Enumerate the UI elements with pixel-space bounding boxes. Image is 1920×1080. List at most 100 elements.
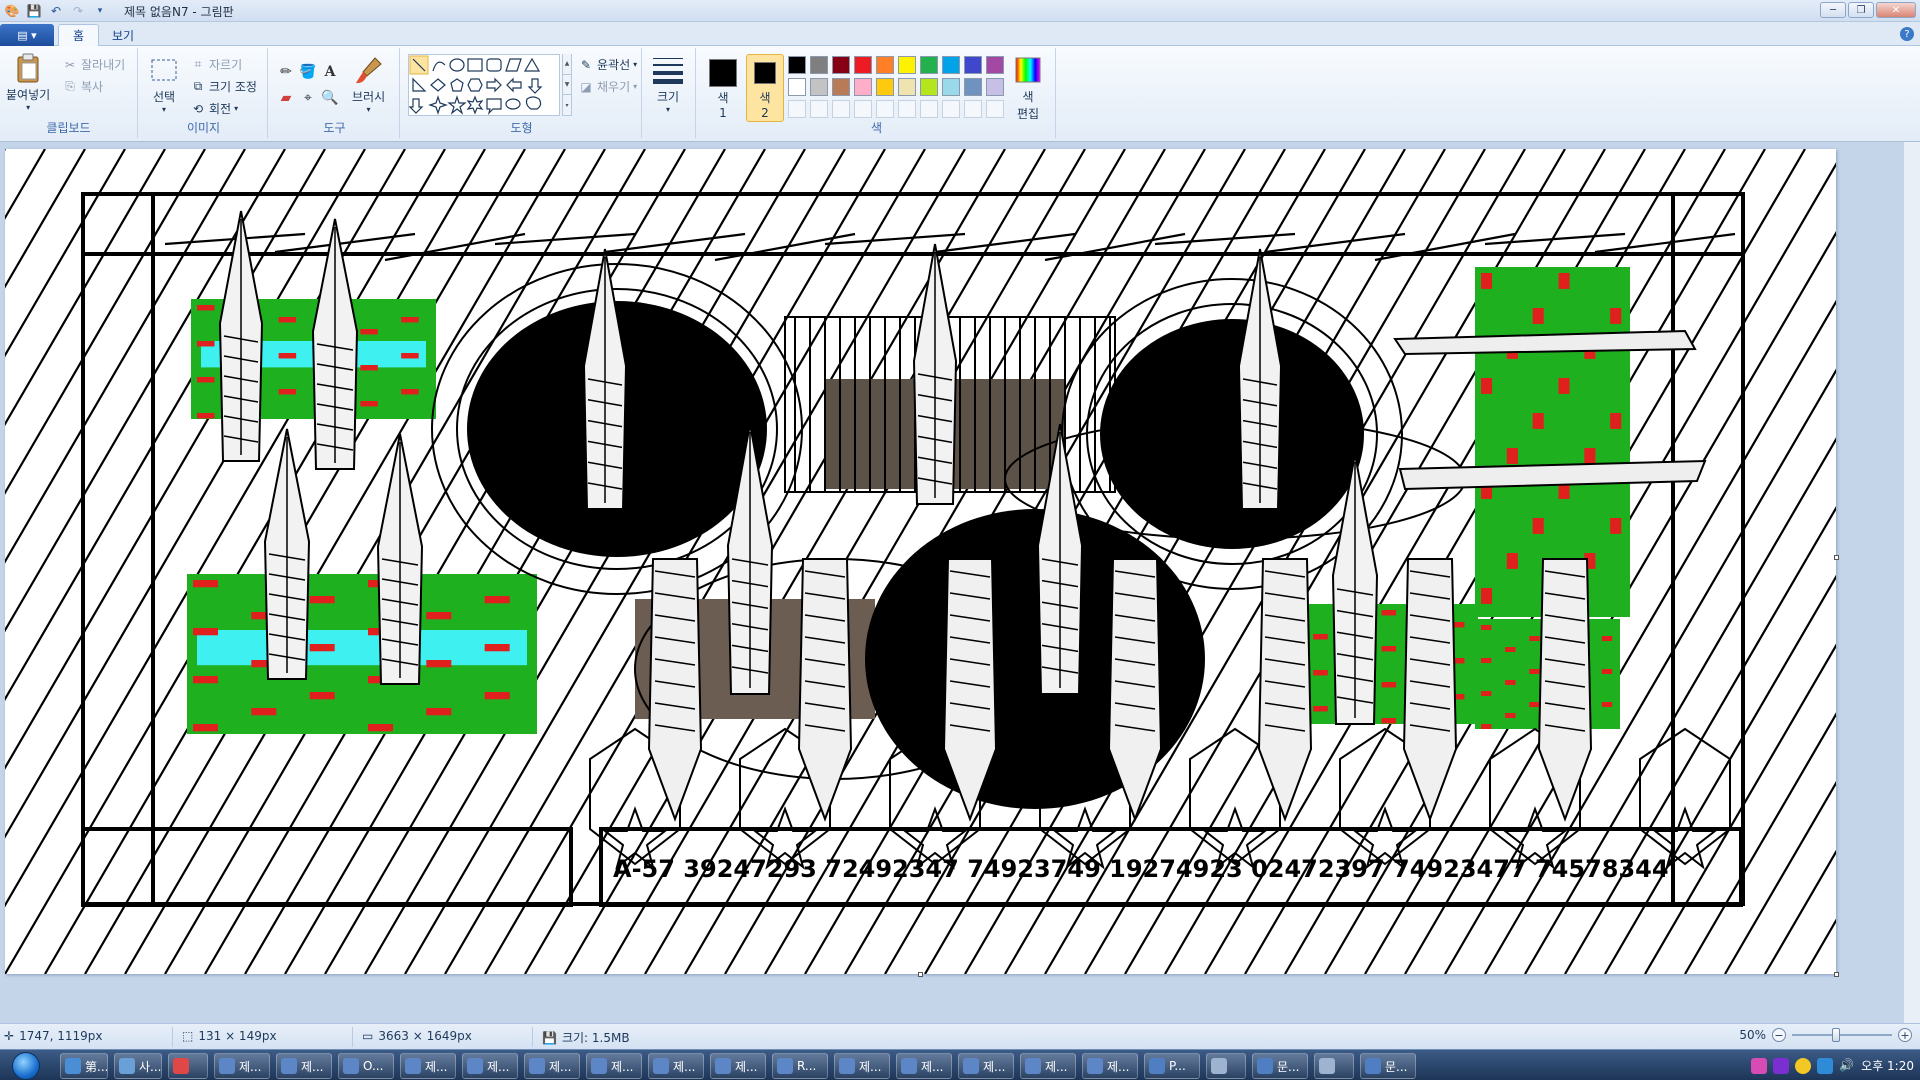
customize-icon[interactable]: ▾ <box>92 3 108 19</box>
shapes-gallery[interactable] <box>408 54 560 116</box>
palette-color-28[interactable] <box>942 100 960 118</box>
zoom-out-button[interactable]: − <box>1772 1028 1786 1042</box>
fill-button[interactable]: ◪ 채우기 ▾ <box>578 78 637 95</box>
palette-color-8[interactable] <box>942 56 960 74</box>
tab-home[interactable]: 홈 <box>58 24 100 46</box>
taskbar-button-12[interactable]: 제... <box>710 1053 766 1079</box>
copy-button[interactable]: ⎘ 복사 <box>62 78 103 95</box>
fill-bucket-icon[interactable]: 🪣 <box>298 62 318 82</box>
taskbar-button-6[interactable]: O... <box>338 1053 394 1079</box>
size-button[interactable]: 크기 ▾ <box>652 54 684 114</box>
palette-color-14[interactable] <box>854 78 872 96</box>
paste-button[interactable]: 붙여넣기 ▾ <box>6 52 50 112</box>
crop-button[interactable]: ⌗ 자르기 <box>190 56 243 73</box>
taskbar-button-18[interactable]: 제... <box>1082 1053 1138 1079</box>
palette-color-19[interactable] <box>964 78 982 96</box>
palette-color-17[interactable] <box>920 78 938 96</box>
taskbar-button-19[interactable]: P... <box>1144 1053 1200 1079</box>
outline-button[interactable]: ✎ 윤곽선 ▾ <box>578 56 637 73</box>
resize-handle-corner[interactable] <box>1834 972 1839 977</box>
close-button[interactable]: ✕ <box>1876 2 1916 18</box>
taskbar-button-2[interactable]: 사... <box>114 1053 162 1079</box>
palette-color-7[interactable] <box>920 56 938 74</box>
taskbar-button-7[interactable]: 제... <box>400 1053 456 1079</box>
palette-color-25[interactable] <box>876 100 894 118</box>
drawing-canvas[interactable]: A-57 39247293 72492347 74923749 19274923… <box>5 149 1836 974</box>
palette-color-20[interactable] <box>986 78 1004 96</box>
volume-icon[interactable]: 🔊 <box>1839 1058 1855 1074</box>
tab-view[interactable]: 보기 <box>98 24 148 46</box>
paint-app-icon[interactable]: 🎨 <box>4 3 20 19</box>
taskbar-button-9[interactable]: 제... <box>524 1053 580 1079</box>
palette-color-29[interactable] <box>964 100 982 118</box>
canvas-area[interactable]: A-57 39247293 72492347 74923749 19274923… <box>0 142 1920 1023</box>
palette-color-30[interactable] <box>986 100 1004 118</box>
select-button[interactable]: 선택 ▾ <box>148 54 180 114</box>
edit-colors-button[interactable]: 색 편집 <box>1012 54 1044 122</box>
clock[interactable]: 오후 1:20 <box>1861 1057 1914 1074</box>
palette-color-10[interactable] <box>986 56 1004 74</box>
palette-color-13[interactable] <box>832 78 850 96</box>
taskbar-button-14[interactable]: 제... <box>834 1053 890 1079</box>
shapes-scroll[interactable]: ▲ ▼ ▾ <box>562 54 572 117</box>
redo-icon[interactable]: ↷ <box>70 3 86 19</box>
color1-button[interactable]: 색 1 <box>704 54 742 122</box>
taskbar-button-11[interactable]: 제... <box>648 1053 704 1079</box>
taskbar-button-23[interactable]: 문... <box>1360 1053 1416 1079</box>
palette-color-26[interactable] <box>898 100 916 118</box>
palette-color-2[interactable] <box>810 56 828 74</box>
palette-color-5[interactable] <box>876 56 894 74</box>
color2-button[interactable]: 색 2 <box>746 54 784 122</box>
palette-color-11[interactable] <box>788 78 806 96</box>
undo-icon[interactable]: ↶ <box>48 3 64 19</box>
text-tool-icon[interactable]: A <box>320 62 340 82</box>
palette-color-15[interactable] <box>876 78 894 96</box>
taskbar-button-10[interactable]: 제... <box>586 1053 642 1079</box>
taskbar-button-20[interactable] <box>1206 1053 1246 1079</box>
palette-color-9[interactable] <box>964 56 982 74</box>
palette-color-24[interactable] <box>854 100 872 118</box>
zoom-slider[interactable] <box>1792 1028 1892 1042</box>
file-menu-button[interactable]: ▤ ▾ <box>0 24 54 46</box>
resize-button[interactable]: ⧉ 크기 조정 <box>190 78 257 95</box>
maximize-button[interactable]: ❐ <box>1848 2 1874 18</box>
tray-emoji-icon[interactable] <box>1795 1057 1812 1074</box>
cut-button[interactable]: ✂ 잘라내기 <box>62 56 125 73</box>
palette-color-27[interactable] <box>920 100 938 118</box>
tray-media-icon[interactable] <box>1773 1057 1790 1074</box>
taskbar-button-15[interactable]: 제... <box>896 1053 952 1079</box>
taskbar-button-16[interactable]: 제... <box>958 1053 1014 1079</box>
taskbar-button-21[interactable]: 문... <box>1252 1053 1308 1079</box>
help-icon[interactable]: ? <box>1900 27 1914 41</box>
magnifier-icon[interactable]: 🔍 <box>320 88 340 108</box>
brushes-button[interactable]: 브러시 ▾ <box>352 54 385 114</box>
save-icon[interactable]: 💾 <box>26 3 42 19</box>
taskbar-button-8[interactable]: 제... <box>462 1053 518 1079</box>
palette-color-23[interactable] <box>832 100 850 118</box>
palette-color-18[interactable] <box>942 78 960 96</box>
start-button[interactable] <box>4 1051 48 1080</box>
palette-color-4[interactable] <box>854 56 872 74</box>
vertical-scrollbar[interactable] <box>1903 142 1920 1023</box>
zoom-in-button[interactable]: + <box>1898 1028 1912 1042</box>
taskbar-button-5[interactable]: 제... <box>276 1053 332 1079</box>
palette-color-22[interactable] <box>810 100 828 118</box>
palette-color-12[interactable] <box>810 78 828 96</box>
palette-color-1[interactable] <box>788 56 806 74</box>
palette-color-16[interactable] <box>898 78 916 96</box>
taskbar-button-3[interactable] <box>168 1053 208 1079</box>
tray-network-icon[interactable] <box>1817 1057 1834 1074</box>
taskbar-button-13[interactable]: R... <box>772 1053 828 1079</box>
pencil-icon[interactable]: ✏ <box>276 62 296 82</box>
palette-color-21[interactable] <box>788 100 806 118</box>
rotate-button[interactable]: ⟲ 회전 ▾ <box>190 100 238 117</box>
resize-handle-bottom[interactable] <box>918 972 923 977</box>
taskbar-button-4[interactable]: 제... <box>214 1053 270 1079</box>
palette-color-6[interactable] <box>898 56 916 74</box>
tray-app-icon[interactable] <box>1751 1057 1768 1074</box>
minimize-button[interactable]: ─ <box>1820 2 1846 18</box>
taskbar-button-17[interactable]: 제... <box>1020 1053 1076 1079</box>
palette-color-3[interactable] <box>832 56 850 74</box>
color-picker-icon[interactable]: ⌖ <box>298 88 318 108</box>
resize-handle-right[interactable] <box>1834 555 1839 560</box>
